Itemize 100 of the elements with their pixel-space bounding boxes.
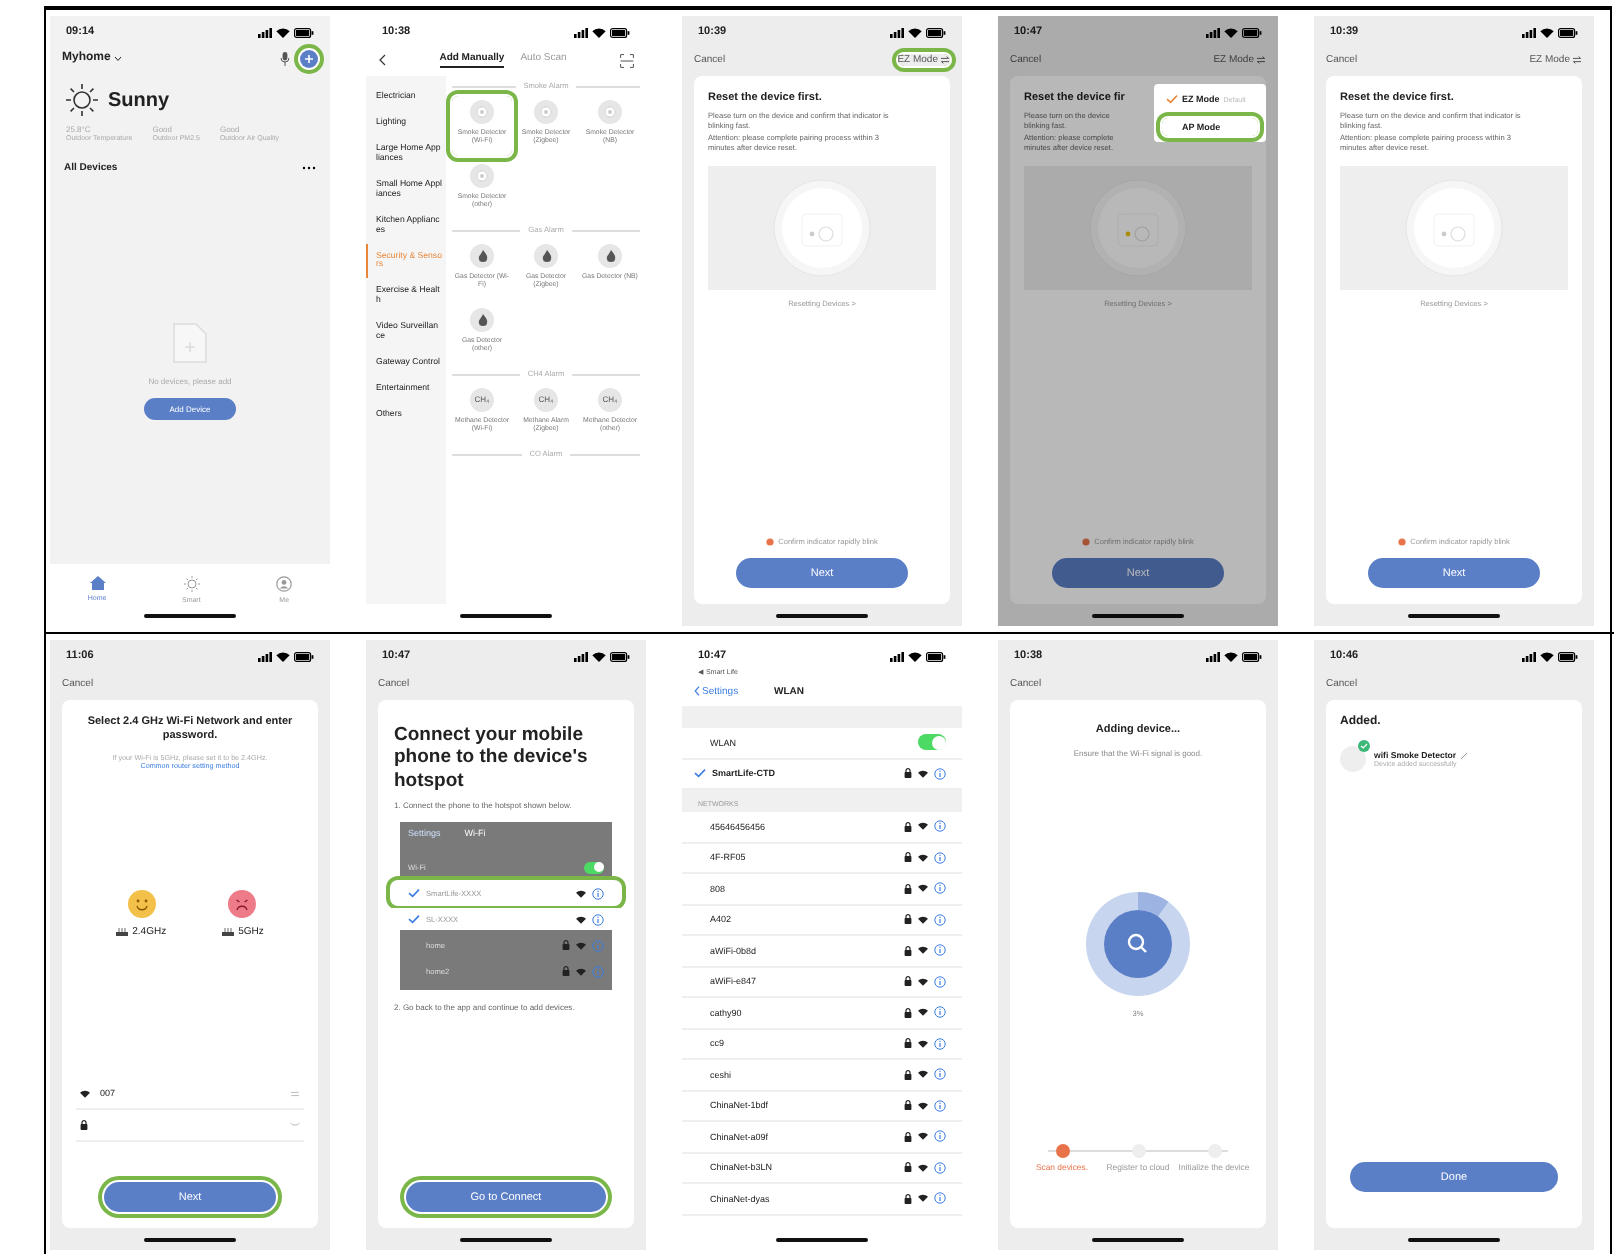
info-icon[interactable] — [934, 882, 946, 895]
flame-icon — [470, 244, 494, 268]
wifi-icon — [592, 27, 606, 37]
wifi-icon — [1224, 651, 1238, 661]
wifi-signal-icon — [918, 1008, 928, 1017]
lock-icon — [904, 1131, 912, 1142]
battery-icon — [294, 651, 314, 661]
info-icon[interactable] — [934, 1037, 946, 1050]
wifi-icon — [276, 27, 290, 37]
add-button[interactable] — [300, 49, 318, 67]
back-icon[interactable] — [378, 54, 386, 66]
info-icon[interactable] — [934, 1161, 946, 1174]
info-icon[interactable] — [934, 1099, 946, 1112]
search-icon — [1104, 910, 1172, 979]
lock-icon — [904, 1038, 912, 1049]
wifi-signal-icon — [918, 977, 928, 986]
info-icon[interactable] — [934, 975, 946, 988]
lock-icon — [904, 1100, 912, 1111]
info-icon[interactable] — [934, 1192, 946, 1205]
wifi-signal-icon — [918, 884, 928, 893]
home-indicator — [1092, 1238, 1184, 1242]
lock-icon — [562, 940, 570, 951]
device-drawing — [1405, 180, 1503, 277]
wifi-icon — [1540, 27, 1554, 37]
wifi-signal-icon — [918, 1163, 928, 1172]
scan-icon[interactable] — [620, 53, 634, 67]
status-dot-icon — [1082, 538, 1091, 546]
signal-icon — [1206, 651, 1220, 661]
battery-icon — [1558, 27, 1578, 37]
wifi-icon — [1540, 651, 1554, 661]
wifi-signal-icon — [576, 941, 586, 950]
status-dot-icon — [766, 538, 775, 546]
home-indicator — [1092, 614, 1184, 618]
lock-icon — [904, 945, 912, 956]
document-add-icon — [172, 322, 208, 364]
info-icon[interactable] — [934, 1068, 946, 1081]
wifi-signal-icon — [918, 1194, 928, 1203]
router-icon — [116, 928, 129, 937]
lock-icon — [562, 966, 570, 977]
wifi-signal-icon — [918, 1070, 928, 1079]
lock-icon — [904, 1069, 912, 1080]
home-indicator — [776, 614, 868, 618]
wifi-signal-icon — [576, 967, 586, 976]
home-indicator — [460, 1238, 552, 1242]
check-icon — [408, 888, 420, 899]
device-drawing — [1089, 180, 1187, 277]
person-icon — [276, 576, 293, 592]
info-icon[interactable] — [592, 887, 604, 900]
smoke-detector-icon — [598, 100, 622, 124]
lock-icon — [80, 1120, 88, 1130]
info-icon[interactable] — [592, 913, 604, 926]
lock-icon — [904, 1162, 912, 1173]
wifi-signal-icon — [918, 1039, 928, 1048]
battery-icon — [610, 27, 630, 37]
wifi-signal-icon — [918, 769, 928, 778]
home-indicator — [460, 614, 552, 618]
battery-icon — [926, 651, 946, 661]
success-check-icon — [1358, 740, 1370, 752]
wifi-signal-icon — [918, 1132, 928, 1141]
info-icon[interactable] — [934, 1006, 946, 1019]
home-indicator — [776, 1238, 868, 1242]
sun-icon — [183, 576, 200, 592]
home-indicator — [144, 1238, 236, 1242]
info-icon[interactable] — [934, 820, 946, 833]
flame-icon — [470, 308, 494, 332]
wifi-signal-icon — [918, 822, 928, 831]
info-icon[interactable] — [934, 851, 946, 864]
info-icon[interactable] — [934, 944, 946, 957]
status-dot-icon — [1398, 538, 1407, 546]
home-indicator — [144, 614, 236, 618]
wifi-signal-icon — [918, 853, 928, 862]
signal-icon — [258, 27, 272, 37]
smoke-detector-icon — [470, 164, 494, 188]
wifi-icon — [1224, 27, 1238, 37]
home-indicator — [1408, 1238, 1500, 1242]
signal-icon — [1522, 27, 1536, 37]
microphone-icon[interactable] — [280, 51, 290, 65]
info-icon[interactable] — [934, 767, 946, 780]
signal-icon — [1206, 27, 1220, 37]
lock-icon — [904, 883, 912, 894]
signal-icon — [1522, 651, 1536, 661]
wifi-icon — [908, 651, 922, 661]
wifi-signal-icon — [576, 915, 586, 924]
signal-icon — [574, 651, 588, 661]
flame-icon — [534, 244, 558, 268]
battery-icon — [1558, 651, 1578, 661]
toggle-switch[interactable] — [918, 734, 946, 751]
check-icon — [408, 914, 420, 925]
smoke-detector-icon — [470, 100, 494, 124]
battery-icon — [610, 651, 630, 661]
signal-icon — [574, 27, 588, 37]
check-icon — [694, 768, 706, 779]
wifi-signal-icon — [80, 1089, 90, 1097]
wifi-signal-icon — [918, 915, 928, 924]
info-icon[interactable] — [934, 913, 946, 926]
info-icon[interactable] — [934, 1130, 946, 1143]
signal-icon — [890, 651, 904, 661]
lock-icon — [904, 821, 912, 832]
smoke-detector-icon — [534, 100, 558, 124]
battery-icon — [1242, 651, 1262, 661]
